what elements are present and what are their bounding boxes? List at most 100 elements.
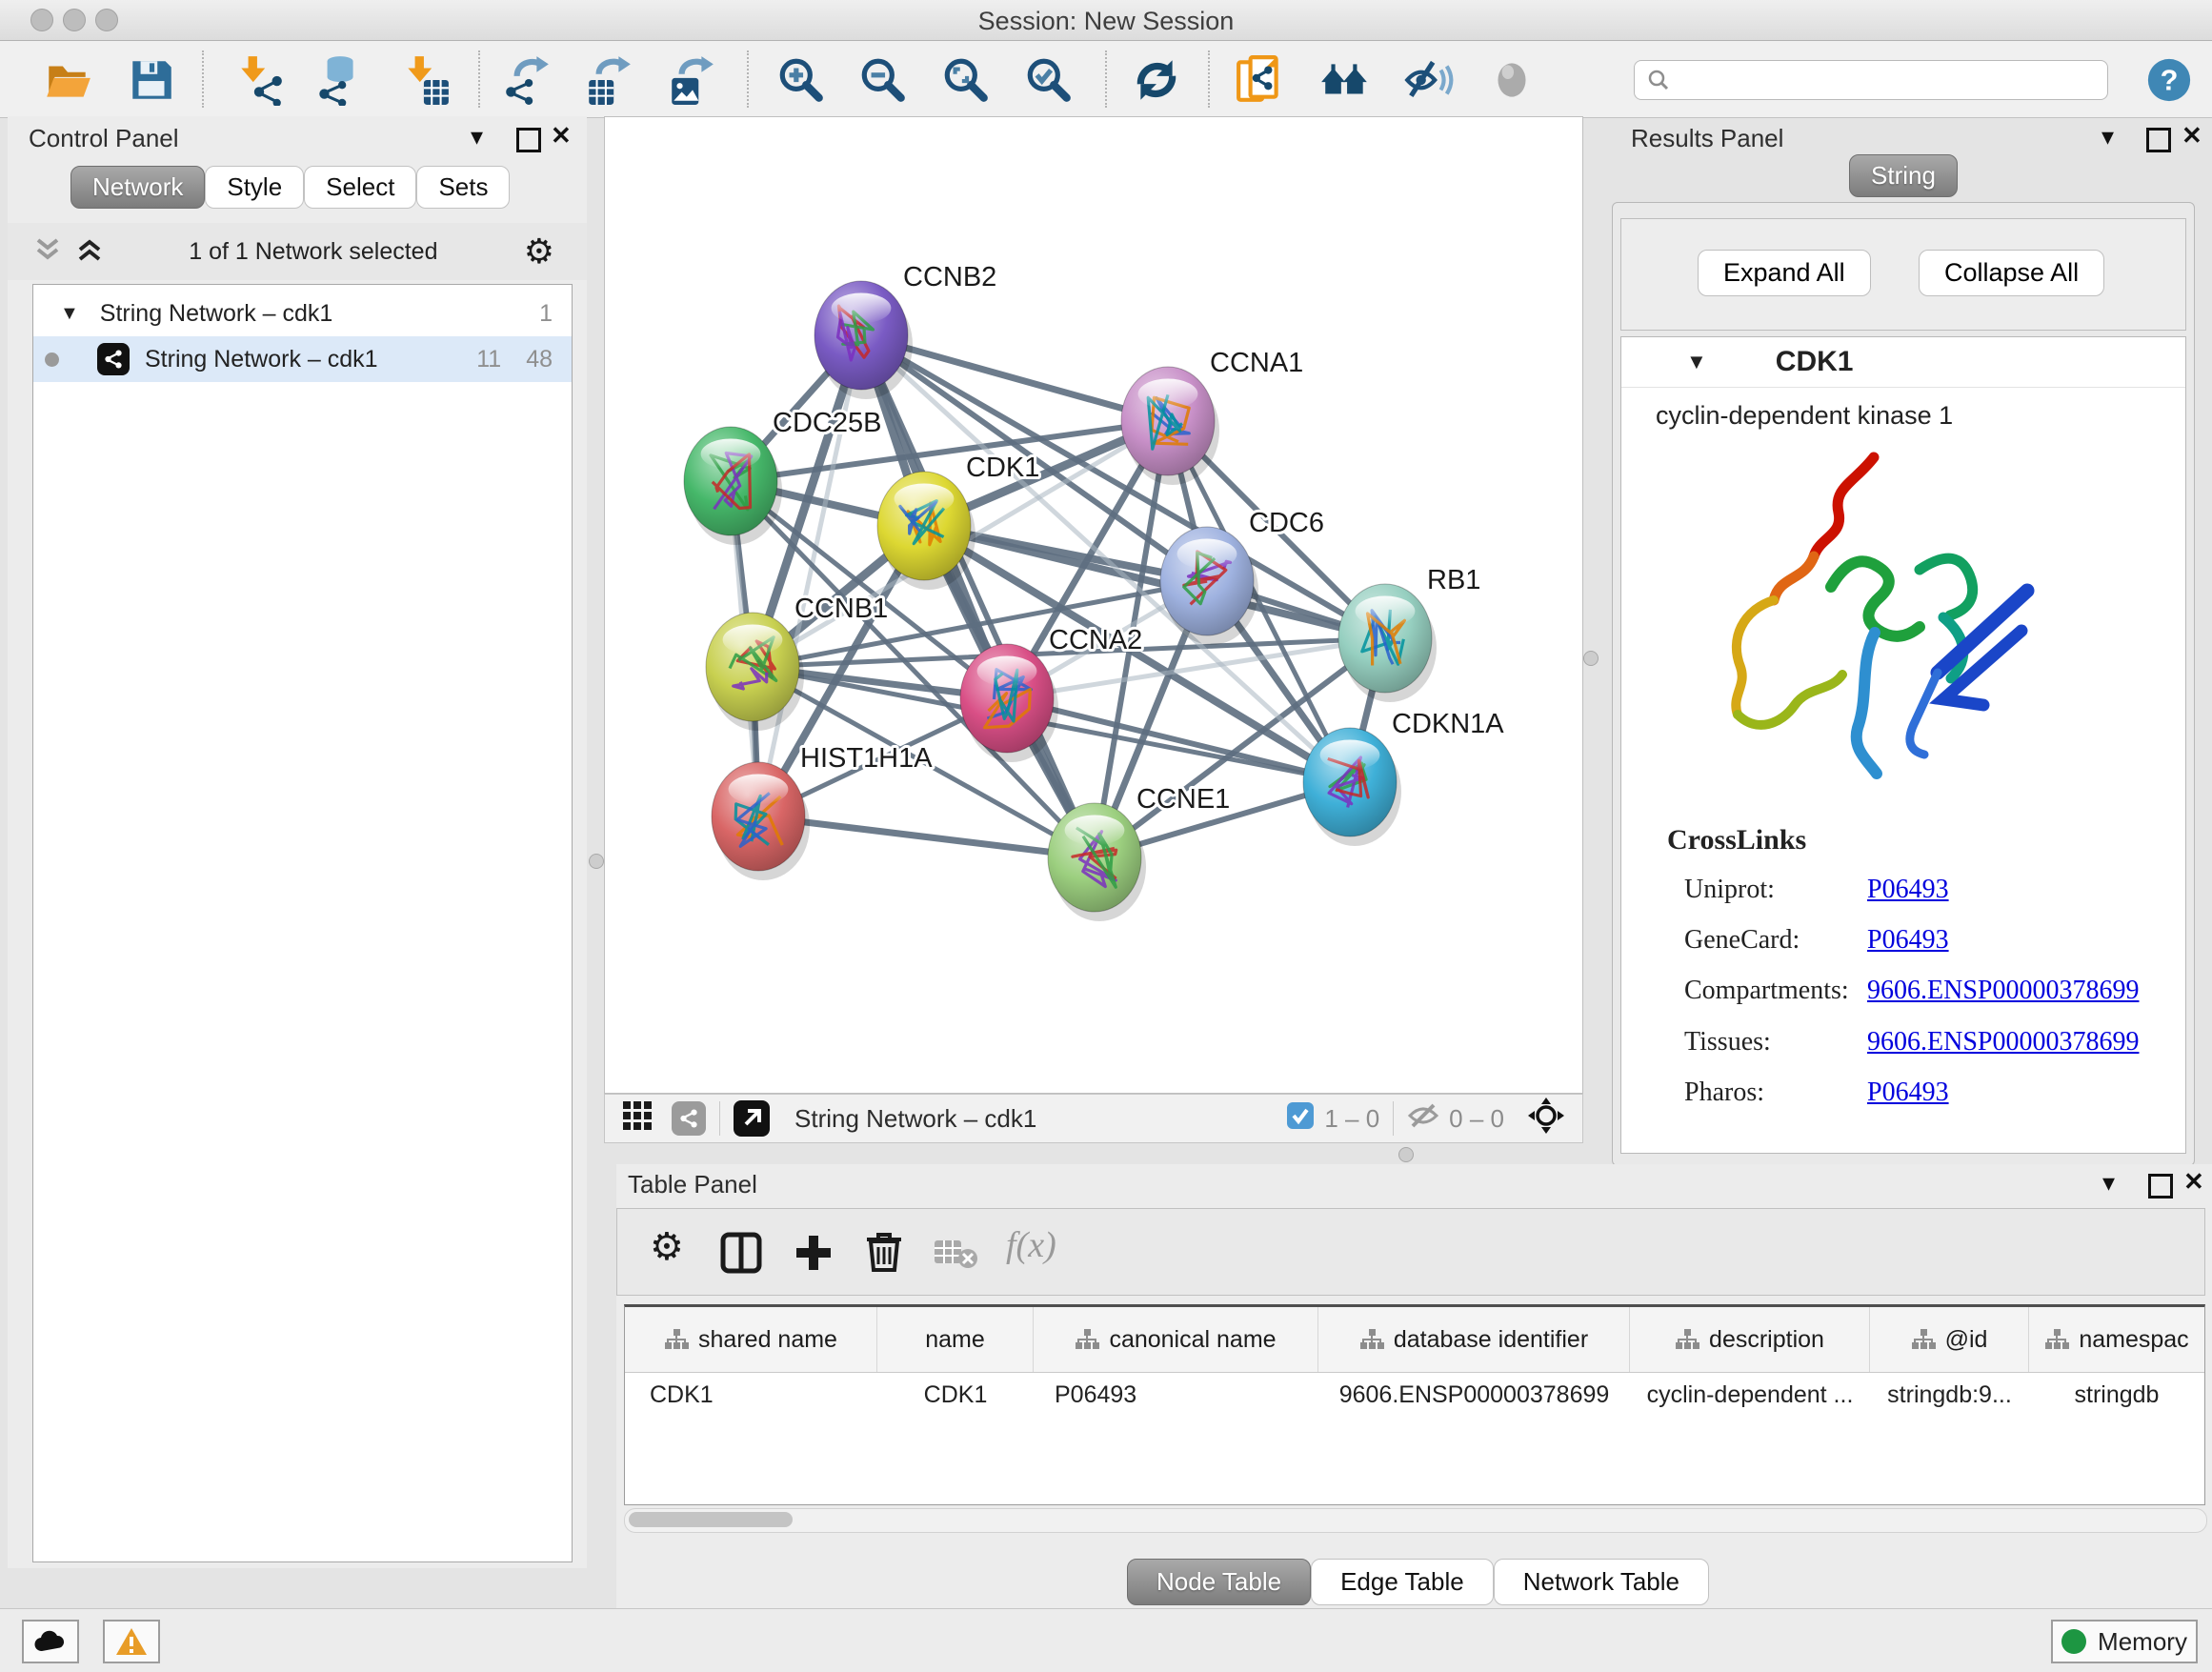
network-node-RB1[interactable]: [1338, 584, 1437, 702]
crosslink-pharos[interactable]: P06493: [1867, 1078, 1949, 1107]
export-table-icon[interactable]: [583, 54, 634, 106]
column-header-database-identifier[interactable]: database identifier: [1318, 1307, 1630, 1372]
memory-button[interactable]: Memory: [2051, 1620, 2198, 1663]
gene-expander-icon[interactable]: ▼: [1686, 350, 1707, 374]
table-row[interactable]: CDK1 CDK1 P06493 9606.ENSP00000378699 cy…: [625, 1373, 2204, 1417]
results-panel-menu-icon[interactable]: ▾: [2101, 122, 2114, 151]
warnings-button[interactable]: [103, 1620, 160, 1663]
table-panel-menu-icon[interactable]: ▾: [2102, 1168, 2115, 1198]
import-table-icon[interactable]: [400, 54, 452, 106]
cell-description[interactable]: cyclin-dependent ...: [1630, 1373, 1870, 1417]
network-collection-row[interactable]: ▼ String Network – cdk1 1: [33, 291, 572, 336]
network-node-CDKN1A[interactable]: [1303, 728, 1401, 846]
column-header-id[interactable]: @id: [1870, 1307, 2029, 1372]
collection-expander-icon[interactable]: ▼: [60, 303, 79, 325]
help-icon[interactable]: ?: [2145, 56, 2193, 104]
network-node-CDC6[interactable]: [1160, 527, 1258, 645]
table-options-gear-icon[interactable]: ⚙: [650, 1228, 684, 1266]
cell-database-identifier[interactable]: 9606.ENSP00000378699: [1318, 1373, 1630, 1417]
network-node-CCNB1[interactable]: [706, 613, 804, 731]
table-panel-float-icon[interactable]: [2148, 1174, 2173, 1199]
crosslink-compartments[interactable]: 9606.ENSP00000378699: [1867, 976, 2139, 1005]
search-input[interactable]: [1671, 66, 2084, 94]
results-panel-close-icon[interactable]: ✕: [2182, 121, 2202, 151]
left-splitter-handle[interactable]: [589, 854, 604, 869]
add-column-icon[interactable]: [793, 1232, 835, 1279]
cloud-button[interactable]: [22, 1620, 79, 1663]
tab-network[interactable]: Network: [70, 166, 205, 209]
zoom-selected-icon[interactable]: [1023, 54, 1075, 106]
import-network-database-icon[interactable]: [312, 54, 364, 106]
tab-sets[interactable]: Sets: [416, 166, 510, 209]
main-toolbar: ?: [0, 41, 2212, 118]
control-panel-menu-icon[interactable]: ▾: [471, 122, 483, 151]
control-panel-close-icon[interactable]: ✕: [551, 121, 572, 151]
hidden-eye-icon[interactable]: [1407, 1101, 1439, 1137]
cell-namespace[interactable]: stringdb: [2029, 1373, 2204, 1417]
cell-name[interactable]: CDK1: [877, 1373, 1034, 1417]
right-splitter-handle[interactable]: [1583, 651, 1599, 666]
save-session-icon[interactable]: [126, 54, 177, 106]
network-node-CCNA1[interactable]: [1121, 367, 1219, 485]
clone-network-icon[interactable]: [1235, 54, 1286, 106]
tab-string[interactable]: String: [1849, 154, 1958, 197]
open-in-window-icon[interactable]: [734, 1100, 770, 1137]
zoom-out-icon[interactable]: [857, 54, 909, 106]
collection-label: String Network – cdk1: [100, 300, 333, 328]
selected-checkbox-icon[interactable]: [1286, 1101, 1315, 1137]
string-style-icon[interactable]: [672, 1101, 706, 1136]
horizontal-scrollbar[interactable]: [624, 1508, 2207, 1533]
network-node-CCNE1[interactable]: [1048, 803, 1146, 921]
network-status-dot: [45, 353, 59, 367]
network-view-canvas[interactable]: CCNB2CCNA1CDC25BCDK1CDC6RB1CCNB1CCNA2CDK…: [604, 116, 1583, 1094]
gene-section-header[interactable]: ▼ CDK1: [1621, 337, 2185, 388]
tab-node-table[interactable]: Node Table: [1127, 1559, 1311, 1605]
scrollbar-thumb[interactable]: [629, 1512, 793, 1527]
crosslink-uniprot[interactable]: P06493: [1867, 875, 1949, 904]
column-header-description[interactable]: description: [1630, 1307, 1870, 1372]
string-network-graph[interactable]: CCNB2CCNA1CDC25BCDK1CDC6RB1CCNB1CCNA2CDK…: [605, 117, 1582, 1093]
grid-view-icon[interactable]: [622, 1100, 653, 1138]
expand-all-button[interactable]: Expand All: [1698, 250, 1871, 296]
tab-edge-table[interactable]: Edge Table: [1311, 1559, 1494, 1605]
delete-column-icon[interactable]: [863, 1230, 905, 1279]
show-columns-icon[interactable]: [720, 1232, 762, 1279]
crosslink-tissues[interactable]: 9606.ENSP00000378699: [1867, 1027, 2139, 1057]
column-header-canonical-name[interactable]: canonical name: [1034, 1307, 1318, 1372]
collapse-all-networks-icon[interactable]: [34, 237, 61, 267]
column-header-namespace[interactable]: namespac: [2029, 1307, 2204, 1372]
network-node-CCNA2[interactable]: [960, 644, 1058, 762]
hide-glass-icon[interactable]: [1403, 54, 1455, 106]
table-panel-close-icon[interactable]: ✕: [2183, 1167, 2204, 1197]
tab-style[interactable]: Style: [205, 166, 304, 209]
control-panel-float-icon[interactable]: [516, 128, 541, 152]
tab-select[interactable]: Select: [304, 166, 416, 209]
expand-all-networks-icon[interactable]: [76, 237, 103, 267]
zoom-in-icon[interactable]: [775, 54, 827, 106]
crosslink-genecard[interactable]: P06493: [1867, 925, 1949, 955]
export-network-icon[interactable]: [501, 54, 553, 106]
bottom-splitter-handle[interactable]: [1398, 1147, 1414, 1162]
collapse-all-button[interactable]: Collapse All: [1919, 250, 2104, 296]
zoom-fit-icon[interactable]: [940, 54, 992, 106]
export-image-icon[interactable]: [666, 54, 717, 106]
column-header-name[interactable]: name: [877, 1307, 1034, 1372]
refresh-icon[interactable]: [1131, 54, 1182, 106]
network-node-CCNB2[interactable]: [814, 281, 913, 399]
cell-canonical-name[interactable]: P06493: [1034, 1373, 1318, 1417]
network-options-gear-icon[interactable]: ⚙: [524, 234, 554, 269]
network-node-HIST1H1A[interactable]: [712, 762, 810, 880]
results-panel-float-icon[interactable]: [2146, 128, 2171, 152]
show-glass-icon-disabled[interactable]: [1486, 54, 1538, 106]
tab-network-table[interactable]: Network Table: [1494, 1559, 1709, 1605]
fit-selected-crosshair-icon[interactable]: [1527, 1097, 1565, 1141]
network-node-CDK1[interactable]: [877, 472, 975, 590]
network-row-selected[interactable]: String Network – cdk1 11 48: [33, 336, 572, 382]
import-network-file-icon[interactable]: [233, 54, 285, 106]
open-session-icon[interactable]: [42, 54, 93, 106]
column-header-shared-name[interactable]: shared name: [625, 1307, 877, 1372]
home-string-icon[interactable]: [1319, 54, 1371, 106]
node-label-CDC25B: CDC25B: [773, 408, 881, 438]
cell-id[interactable]: stringdb:9...: [1870, 1373, 2029, 1417]
cell-shared-name[interactable]: CDK1: [625, 1373, 877, 1417]
